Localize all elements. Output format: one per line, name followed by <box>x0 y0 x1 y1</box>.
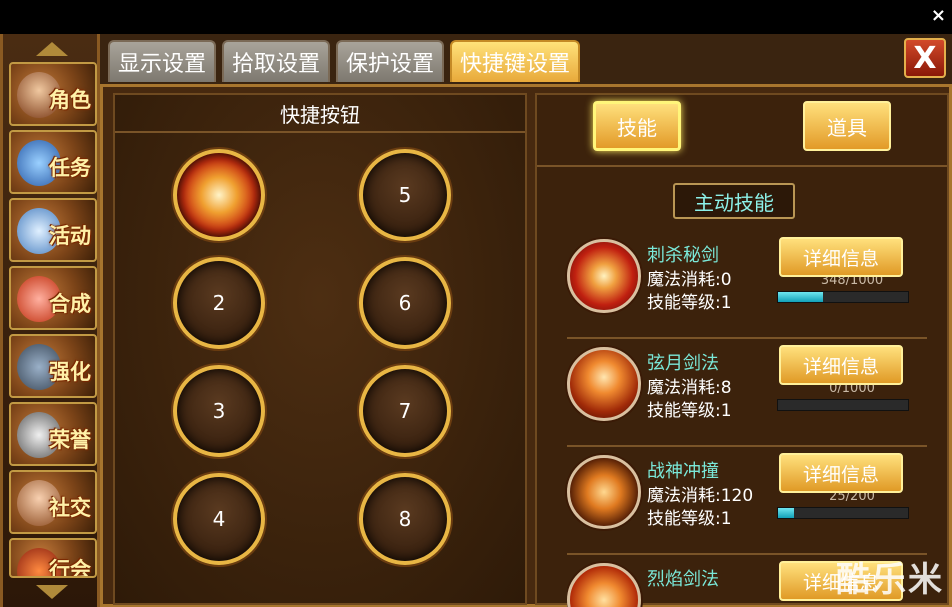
skill-level: 技能等级:1 <box>647 401 732 421</box>
skill-exp-fill <box>778 292 824 302</box>
hotkey-slot-6[interactable]: 6 <box>359 257 451 349</box>
sidebar-item-social[interactable]: 社交 <box>9 470 97 534</box>
skill-exp-bar <box>777 291 909 303</box>
sidebar-item-label: 行会 <box>49 558 91 578</box>
skill-row[interactable]: 战神冲撞 魔法消耗:120 技能等级:1 25/200 详细信息 <box>567 451 927 555</box>
sidebar-item-quest[interactable]: 任务 <box>9 130 97 194</box>
item-tab-button[interactable]: 道具 <box>803 101 891 151</box>
settings-tabs: 显示设置 拾取设置 保护设置 快捷键设置 <box>108 40 581 84</box>
detail-info-button[interactable]: 详细信息 <box>779 345 903 385</box>
tab-hotkey-settings[interactable]: 快捷键设置 <box>450 40 581 82</box>
hotkey-slot-1[interactable] <box>173 149 265 241</box>
hotkey-slot-label: 7 <box>398 399 412 423</box>
sidebar-item-craft[interactable]: 合成 <box>9 266 97 330</box>
skill-tab-button[interactable]: 技能 <box>593 101 681 151</box>
hotkey-slot-label: 2 <box>212 291 226 315</box>
detail-info-button[interactable]: 详细信息 <box>779 237 903 277</box>
sidebar-item-guild[interactable]: 行会 <box>9 538 97 578</box>
sidebar-item-label: 角色 <box>49 88 91 112</box>
hotkey-slot-label: 6 <box>398 291 412 315</box>
skill-cost: 魔法消耗:0 <box>647 270 732 290</box>
thrust-sword-icon <box>567 239 641 313</box>
skill-name: 烈焰剑法 <box>647 569 719 590</box>
sidebar-item-label: 活动 <box>49 224 91 248</box>
skill-exp-bar <box>777 507 909 519</box>
hotkey-slot-label: 8 <box>398 507 412 531</box>
tab-pickup-settings[interactable]: 拾取设置 <box>222 40 331 82</box>
hotkey-slot-2[interactable]: 2 <box>173 257 265 349</box>
crescent-sword-icon <box>567 347 641 421</box>
skill-name: 战神冲撞 <box>647 461 719 482</box>
sidebar-item-label: 社交 <box>49 496 91 520</box>
hotkey-slot-label: 5 <box>398 183 412 207</box>
sidebar-item-label: 强化 <box>49 360 91 384</box>
war-god-charge-icon <box>567 455 641 529</box>
settings-panel: 快捷按钮 5 2 6 3 7 4 8 技能 道具 主动技能 刺杀秘剑 魔法消耗:… <box>100 84 952 607</box>
hotkey-panel: 快捷按钮 5 2 6 3 7 4 8 <box>113 93 527 605</box>
skill-row[interactable]: 弦月剑法 魔法消耗:8 技能等级:1 0/1000 详细信息 <box>567 343 927 447</box>
skill-category-header: 技能 道具 <box>537 95 947 167</box>
hotkey-panel-title: 快捷按钮 <box>115 95 525 133</box>
hotkey-slot-label: 3 <box>212 399 226 423</box>
skill-exp-fill <box>778 508 795 518</box>
sidebar-item-enhance[interactable]: 强化 <box>9 334 97 398</box>
watermark-logo: 酷乐米 <box>836 560 944 600</box>
sidebar: 角色 任务 活动 合成 强化 荣誉 社交 行会 <box>0 34 100 607</box>
skill-cost: 魔法消耗:8 <box>647 378 732 398</box>
skill-list-panel: 技能 道具 主动技能 刺杀秘剑 魔法消耗:0 技能等级:1 348/1000 详… <box>535 93 949 607</box>
skill-name: 弦月剑法 <box>647 353 719 374</box>
skill-cost: 魔法消耗:120 <box>647 486 754 506</box>
top-bar: × <box>0 0 952 34</box>
blazing-sword-icon <box>567 563 641 607</box>
scroll-up-arrow-icon[interactable] <box>13 38 91 60</box>
sidebar-item-label: 合成 <box>49 292 91 316</box>
sidebar-item-label: 任务 <box>49 156 91 180</box>
game-window: × 角色 任务 活动 合成 强化 荣誉 社交 行会 显示设置 拾取设置 保护设置… <box>0 0 952 607</box>
hotkey-slot-7[interactable]: 7 <box>359 365 451 457</box>
sidebar-item-activity[interactable]: 活动 <box>9 198 97 262</box>
scroll-down-arrow-icon[interactable] <box>13 581 91 603</box>
sidebar-item-honor[interactable]: 荣誉 <box>9 402 97 466</box>
skill-row[interactable]: 刺杀秘剑 魔法消耗:0 技能等级:1 348/1000 详细信息 <box>567 235 927 339</box>
hotkey-slot-4[interactable]: 4 <box>173 473 265 565</box>
skill-level: 技能等级:1 <box>647 509 732 529</box>
sidebar-item-character[interactable]: 角色 <box>9 62 97 126</box>
top-close-icon[interactable]: × <box>931 5 946 26</box>
tab-protection-settings[interactable]: 保护设置 <box>336 40 445 82</box>
hotkey-slot-3[interactable]: 3 <box>173 365 265 457</box>
hotkey-slot-8[interactable]: 8 <box>359 473 451 565</box>
active-skills-title: 主动技能 <box>673 183 795 219</box>
detail-info-button[interactable]: 详细信息 <box>779 453 903 493</box>
skill-level: 技能等级:1 <box>647 293 732 313</box>
hotkey-slot-label: 4 <box>212 507 226 531</box>
sidebar-item-label: 荣誉 <box>49 428 91 452</box>
tab-display-settings[interactable]: 显示设置 <box>108 40 217 82</box>
close-button[interactable]: X <box>904 38 946 78</box>
skill-exp-bar <box>777 399 909 411</box>
skill-name: 刺杀秘剑 <box>647 245 719 266</box>
hotkey-slot-5[interactable]: 5 <box>359 149 451 241</box>
